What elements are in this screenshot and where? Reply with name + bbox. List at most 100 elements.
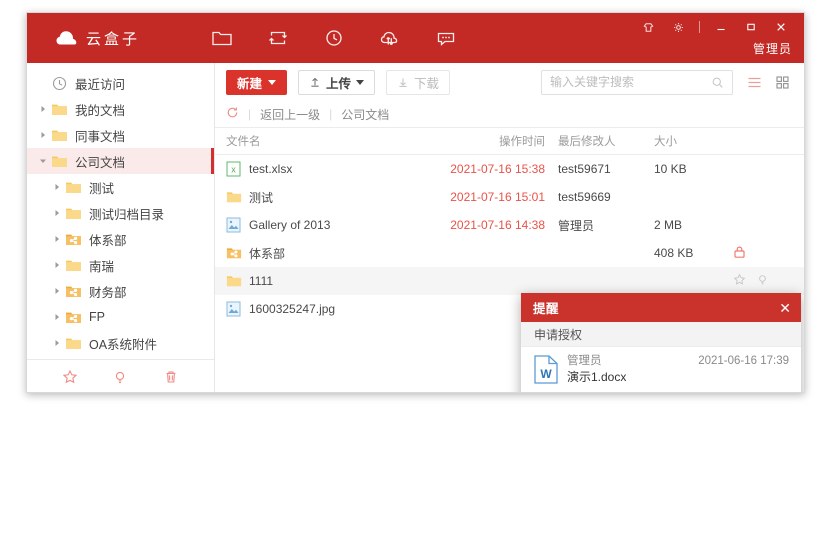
- view-toggle-group: [747, 75, 790, 90]
- close-icon[interactable]: ✕: [779, 301, 791, 315]
- nav-icon-bar: [194, 13, 474, 63]
- file-name-label: test.xlsx: [249, 162, 292, 176]
- cloud-transfer-icon[interactable]: [362, 13, 418, 63]
- sidebar-item[interactable]: FP: [27, 304, 214, 330]
- tree-toggle-icon[interactable]: [49, 235, 65, 243]
- bookmark-icon[interactable]: [112, 369, 128, 385]
- tree-toggle-icon[interactable]: [35, 157, 51, 165]
- tree-toggle-icon[interactable]: [49, 261, 65, 269]
- sidebar-item[interactable]: 我的文档: [27, 96, 214, 122]
- sidebar-item[interactable]: 测试归档目录: [27, 200, 214, 226]
- dialog-header: 提醒 ✕: [521, 293, 801, 322]
- trash-icon[interactable]: [163, 369, 179, 385]
- breadcrumb-current[interactable]: 公司文档: [341, 106, 389, 123]
- file-user-cell: test59669: [545, 190, 635, 204]
- tree-toggle-icon[interactable]: [35, 131, 51, 139]
- file-time-cell: 2021-07-16 15:38: [427, 162, 545, 176]
- folder-icon: [51, 153, 68, 170]
- folder-icon: [51, 127, 68, 144]
- file-name-label: 1111: [249, 274, 273, 288]
- close-button[interactable]: [766, 16, 796, 38]
- search-input[interactable]: [550, 75, 711, 89]
- sidebar-item[interactable]: OA系统附件: [27, 330, 214, 356]
- table-row[interactable]: x test.xlsx 2021-07-16 15:38 test59671 1…: [215, 155, 804, 183]
- folder-icon: [51, 101, 68, 118]
- svg-text:x: x: [231, 165, 236, 175]
- table-row[interactable]: 体系部 408 KB: [215, 239, 804, 267]
- tree-toggle-icon[interactable]: [49, 339, 65, 347]
- row-star-icon[interactable]: [733, 273, 746, 289]
- download-button[interactable]: 下载: [386, 70, 450, 95]
- sidebar-item[interactable]: 体系部: [27, 226, 214, 252]
- refresh-icon[interactable]: [226, 106, 239, 122]
- minimize-button[interactable]: [706, 16, 736, 38]
- gear-icon[interactable]: [663, 16, 693, 38]
- column-header-size[interactable]: 大小: [635, 133, 723, 149]
- search-box[interactable]: [541, 70, 733, 95]
- main-panel: 新建 上传 下载: [215, 63, 804, 393]
- tree-toggle-icon[interactable]: [35, 105, 51, 113]
- sidebar-item[interactable]: 同事文档: [27, 122, 214, 148]
- divider: |: [329, 107, 332, 121]
- table-row[interactable]: Gallery of 2013 2021-07-16 14:38 管理员 2 M…: [215, 211, 804, 239]
- tree-toggle-icon[interactable]: [49, 209, 65, 217]
- dialog-item-text: 管理员 演示1.docx: [567, 354, 689, 386]
- tree-toggle-icon[interactable]: [49, 313, 65, 321]
- folder-icon: [65, 179, 82, 196]
- file-name-cell[interactable]: 1111: [215, 273, 427, 289]
- shirt-icon[interactable]: [633, 16, 663, 38]
- sidebar-item[interactable]: 最近访问: [27, 70, 214, 96]
- row-bookmark-icon[interactable]: [756, 273, 769, 289]
- tree-toggle-icon[interactable]: [49, 183, 65, 191]
- folder-icon: [65, 257, 82, 274]
- window-controls-area: 管理员: [554, 13, 804, 63]
- file-name-label: 体系部: [249, 245, 285, 262]
- shared-folder-icon: [65, 309, 82, 326]
- excel-file-icon: x: [226, 161, 241, 177]
- new-button[interactable]: 新建: [226, 70, 287, 95]
- file-name-cell[interactable]: 体系部: [215, 245, 427, 262]
- file-name-cell[interactable]: 测试: [215, 189, 427, 206]
- file-name-cell[interactable]: Gallery of 2013: [215, 217, 427, 233]
- file-name-cell[interactable]: 1600325247.jpg: [215, 301, 427, 317]
- star-icon[interactable]: [62, 369, 78, 385]
- table-row[interactable]: 测试 2021-07-16 15:01 test59669: [215, 183, 804, 211]
- column-header-time[interactable]: 操作时间: [427, 133, 545, 149]
- app-body: 最近访问我的文档同事文档公司文档测试测试归档目录体系部南瑞财务部FPOA系统附件…: [27, 63, 804, 393]
- message-icon[interactable]: [418, 13, 474, 63]
- maximize-button[interactable]: [736, 16, 766, 38]
- column-header-name[interactable]: 文件名: [215, 133, 427, 149]
- folder-icon[interactable]: [194, 13, 250, 63]
- dialog-section-label: 申请授权: [534, 326, 582, 343]
- list-view-icon[interactable]: [747, 75, 762, 90]
- dialog-title: 提醒: [533, 298, 559, 317]
- current-user-label[interactable]: 管理员: [753, 40, 792, 57]
- sidebar-item[interactable]: 南瑞: [27, 252, 214, 278]
- column-header-user[interactable]: 最后修改人: [545, 133, 635, 149]
- file-extra-cell: [723, 245, 804, 262]
- svg-text:W: W: [540, 367, 552, 381]
- sidebar-item-label: 财务部: [89, 282, 127, 301]
- file-name-label: 1600325247.jpg: [249, 302, 335, 316]
- sidebar-footer: [27, 359, 214, 393]
- dialog-body: 申请授权W 管理员 演示1.docx 2021-06-16 17:39W lml…: [521, 322, 801, 393]
- sidebar-item[interactable]: 测试: [27, 174, 214, 200]
- upload-button-label: 上传: [326, 73, 351, 92]
- table-row[interactable]: 1111: [215, 267, 804, 295]
- sync-icon[interactable]: [250, 13, 306, 63]
- title-bar: 云盒子: [27, 13, 804, 63]
- upload-button[interactable]: 上传: [298, 70, 375, 95]
- sidebar-item-label: 同事文档: [75, 126, 125, 145]
- file-name-cell[interactable]: x test.xlsx: [215, 161, 427, 177]
- sidebar-item[interactable]: 项目管理系统附件: [27, 356, 214, 359]
- download-button-label: 下载: [414, 73, 439, 92]
- sidebar-item-label: 公司文档: [75, 152, 125, 171]
- breadcrumb-back[interactable]: 返回上一级: [260, 106, 320, 123]
- tree-toggle-icon[interactable]: [49, 287, 65, 295]
- dialog-list-item[interactable]: W 管理员 演示1.docx 2021-06-16 17:39: [521, 347, 801, 393]
- grid-view-icon[interactable]: [775, 75, 790, 90]
- shared-folder-icon: [226, 245, 241, 261]
- sidebar-item[interactable]: 财务部: [27, 278, 214, 304]
- sidebar-item[interactable]: 公司文档: [27, 148, 214, 174]
- clock-icon[interactable]: [306, 13, 362, 63]
